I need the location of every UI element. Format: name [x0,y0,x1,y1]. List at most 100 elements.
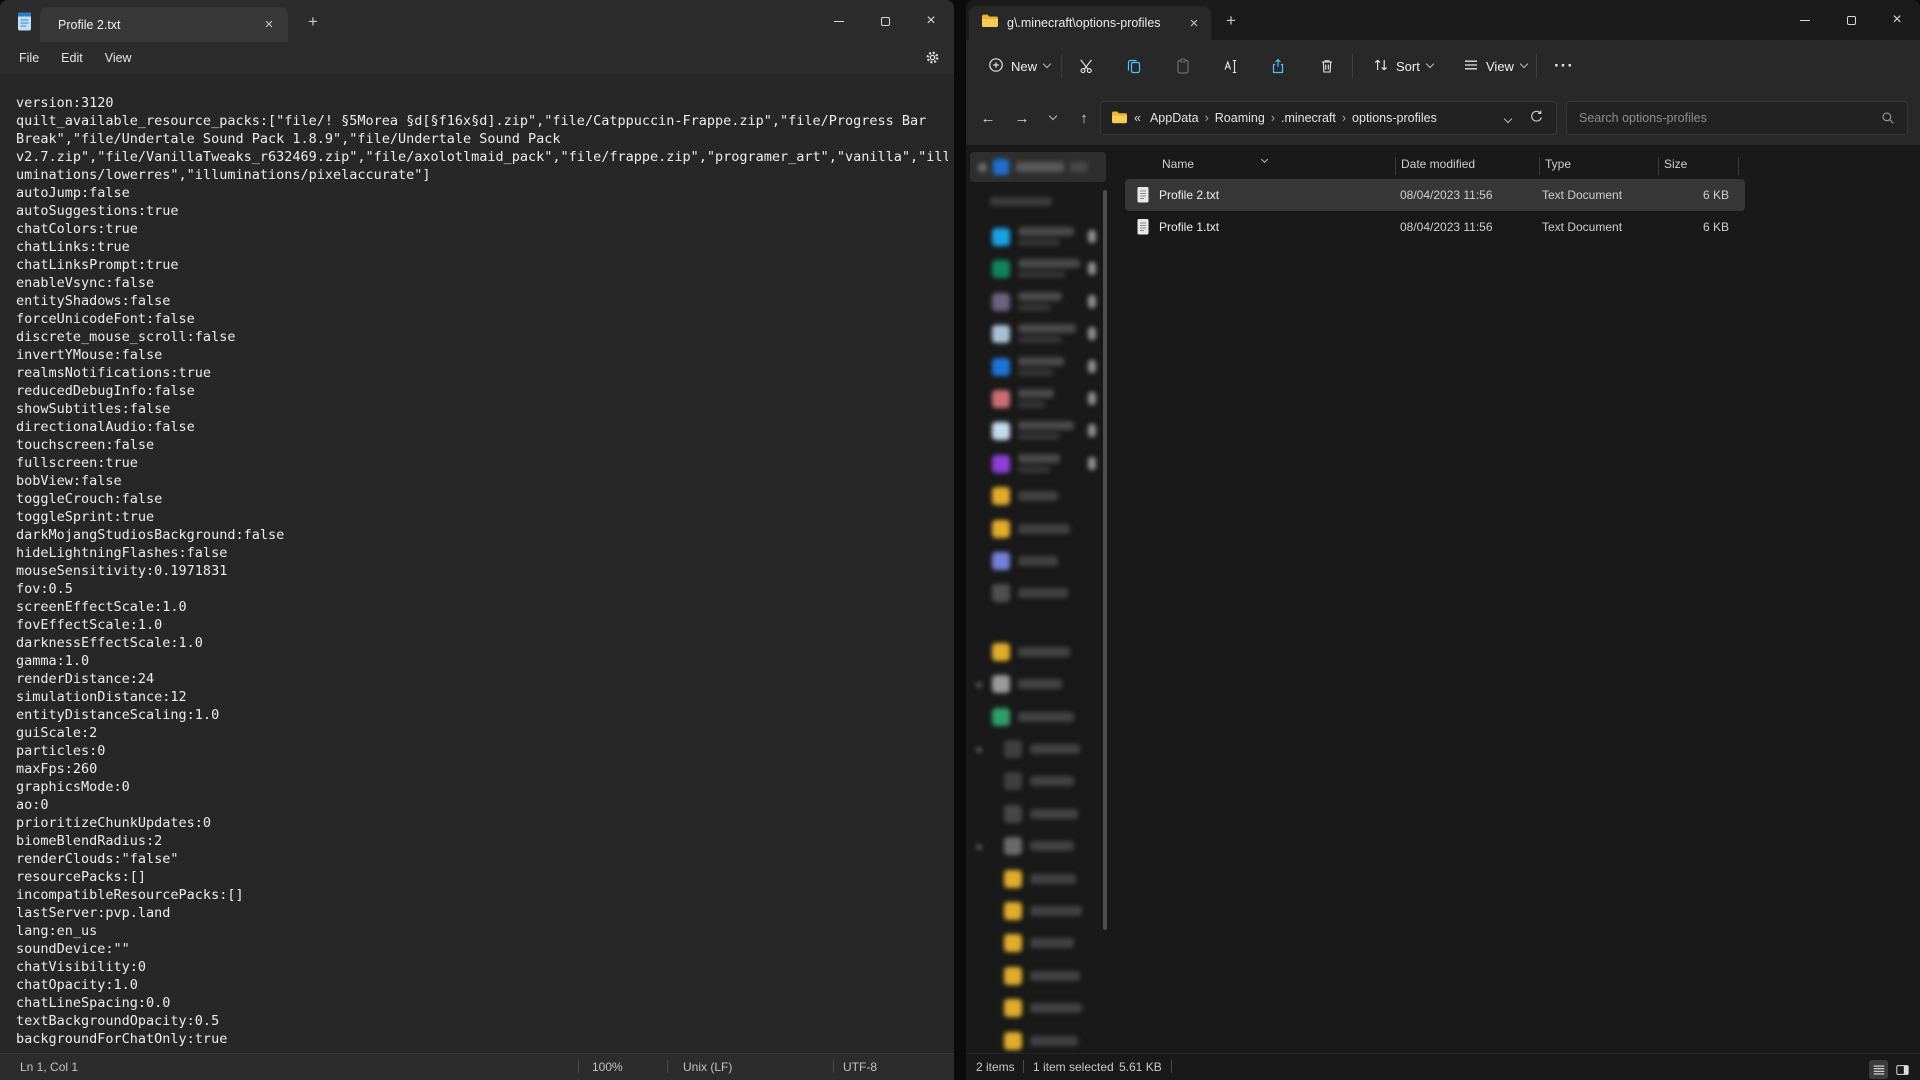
line-ending[interactable]: Unix (LF) [683,1060,732,1074]
breadcrumb-roaming[interactable]: Roaming [1210,109,1270,127]
sidebar-item-redacted[interactable] [966,384,1112,414]
column-type[interactable]: Type [1545,157,1571,171]
sidebar-item-redacted[interactable] [966,481,1112,511]
notepad-close-button[interactable]: × [908,0,954,42]
notepad-new-tab-button[interactable]: + [300,9,326,35]
delete-icon [1319,58,1335,74]
forward-button[interactable]: → [1006,102,1038,134]
sidebar-item-redacted[interactable] [966,702,1112,732]
notepad-text[interactable]: version:3120quilt_available_resource_pac… [16,94,948,1050]
code-line: soundDevice:"" [16,940,948,958]
column-size[interactable]: Size [1664,157,1687,171]
details-view-button[interactable] [1869,1060,1888,1079]
notepad-minimize-button[interactable] [816,0,862,42]
explorer-titlebar: g\.minecraft\options-profiles × + × [966,0,1920,40]
sidebar-item-redacted[interactable] [966,254,1112,284]
code-line: fov:0.5 [16,580,948,598]
chevron-down-icon [1426,60,1434,68]
sidebar-item-redacted[interactable] [966,766,1112,796]
sidebar-item-redacted[interactable] [966,319,1112,349]
search-input[interactable]: Search options-profiles [1566,101,1908,135]
explorer-sidebar[interactable] [966,145,1112,1053]
view-button[interactable]: View [1454,49,1536,83]
sidebar-item-redacted[interactable] [966,222,1112,252]
sidebar-item-redacted[interactable] [966,637,1112,667]
sidebar-item-redacted[interactable] [966,546,1112,576]
file-row[interactable]: Profile 1.txt 08/04/2023 11:56 Text Docu… [1125,211,1745,243]
menu-file[interactable]: File [8,46,50,70]
address-bar: ← → ↑ « AppData › Roaming › .minecraft ›… [966,92,1920,145]
sidebar-item-redacted[interactable] [966,799,1112,829]
menu-edit[interactable]: Edit [50,46,94,70]
code-line: uminations/lowerres","illuminations/pixe… [16,166,948,184]
column-date-modified[interactable]: Date modified [1401,157,1475,171]
chevron-down-icon [1520,60,1528,68]
sidebar-item-redacted[interactable] [966,352,1112,382]
encoding[interactable]: UTF-8 [843,1060,877,1074]
file-row[interactable]: Profile 2.txt 08/04/2023 11:56 Text Docu… [1125,179,1745,211]
code-line: chatColors:true [16,220,948,238]
paste-button[interactable] [1165,48,1201,84]
preview-pane-button[interactable] [1893,1060,1912,1079]
notepad-tab[interactable]: Profile 2.txt × [40,7,288,42]
more-options-button[interactable]: ··· [1546,48,1582,84]
code-line: mouseSensitivity:0.1971831 [16,562,948,580]
sidebar-item-redacted[interactable] [966,961,1112,991]
new-button[interactable]: New [978,49,1060,83]
code-line: touchscreen:false [16,436,948,454]
share-button[interactable] [1260,48,1296,84]
code-line: ao:0 [16,796,948,814]
breadcrumb-appdata[interactable]: AppData [1145,109,1204,127]
sidebar-item-redacted[interactable] [966,578,1112,608]
code-line: v2.7.zip","file/VanillaTweaks_r632469.zi… [16,148,948,166]
sidebar-item-redacted[interactable] [966,896,1112,926]
delete-button[interactable] [1309,48,1345,84]
up-button[interactable]: ↑ [1068,102,1100,134]
explorer-tab-close-icon[interactable]: × [1183,12,1205,34]
sidebar-item-redacted[interactable] [966,669,1112,699]
copy-button[interactable] [1116,48,1152,84]
explorer-new-tab-button[interactable]: + [1218,8,1244,34]
refresh-button[interactable] [1527,105,1546,131]
code-line: darknessEffectScale:1.0 [16,634,948,652]
path-truncation-mark[interactable]: « [1128,111,1145,125]
sort-button[interactable]: Sort [1364,49,1442,83]
breadcrumb-minecraft[interactable]: .minecraft [1276,109,1341,127]
column-name[interactable]: Name [1162,157,1194,171]
code-line: entityDistanceScaling:1.0 [16,706,948,724]
sidebar-item-redacted[interactable] [966,514,1112,544]
sidebar-item-redacted[interactable] [966,449,1112,479]
back-button[interactable]: ← [972,102,1004,134]
recent-locations-button[interactable] [1040,102,1066,134]
notepad-tab-title: Profile 2.txt [58,18,258,32]
sidebar-item-redacted[interactable] [966,928,1112,958]
explorer-close-button[interactable]: × [1874,0,1920,40]
explorer-minimize-button[interactable] [1782,0,1828,40]
code-line: fovEffectScale:1.0 [16,616,948,634]
code-line: renderClouds:"false" [16,850,948,868]
cut-button[interactable] [1069,48,1105,84]
rename-icon [1223,58,1239,74]
rename-button[interactable] [1213,48,1249,84]
breadcrumb-options-profiles[interactable]: options-profiles [1347,109,1442,127]
menu-view[interactable]: View [94,46,143,70]
sort-indicator-icon [1261,156,1268,163]
sidebar-item-redacted[interactable] [966,1026,1112,1056]
address-dropdown-button[interactable] [1499,107,1517,129]
settings-gear-icon[interactable] [925,50,940,70]
notepad-tab-close-icon[interactable]: × [258,14,280,36]
zoom-level[interactable]: 100% [592,1060,623,1074]
sidebar-item-redacted[interactable] [966,734,1112,764]
sidebar-item-redacted[interactable] [966,864,1112,894]
notepad-maximize-button[interactable] [862,0,908,42]
explorer-maximize-button[interactable] [1828,0,1874,40]
breadcrumb[interactable]: « AppData › Roaming › .minecraft › optio… [1100,101,1557,135]
sidebar-item-redacted[interactable] [966,287,1112,317]
code-line: toggleCrouch:false [16,490,948,508]
sidebar-item-redacted[interactable] [966,416,1112,446]
sidebar-item-redacted[interactable] [966,831,1112,861]
code-line: showSubtitles:false [16,400,948,418]
folder-icon [981,13,999,33]
explorer-tab[interactable]: g\.minecraft\options-profiles × [969,6,1211,40]
sidebar-item-redacted[interactable] [966,993,1112,1023]
